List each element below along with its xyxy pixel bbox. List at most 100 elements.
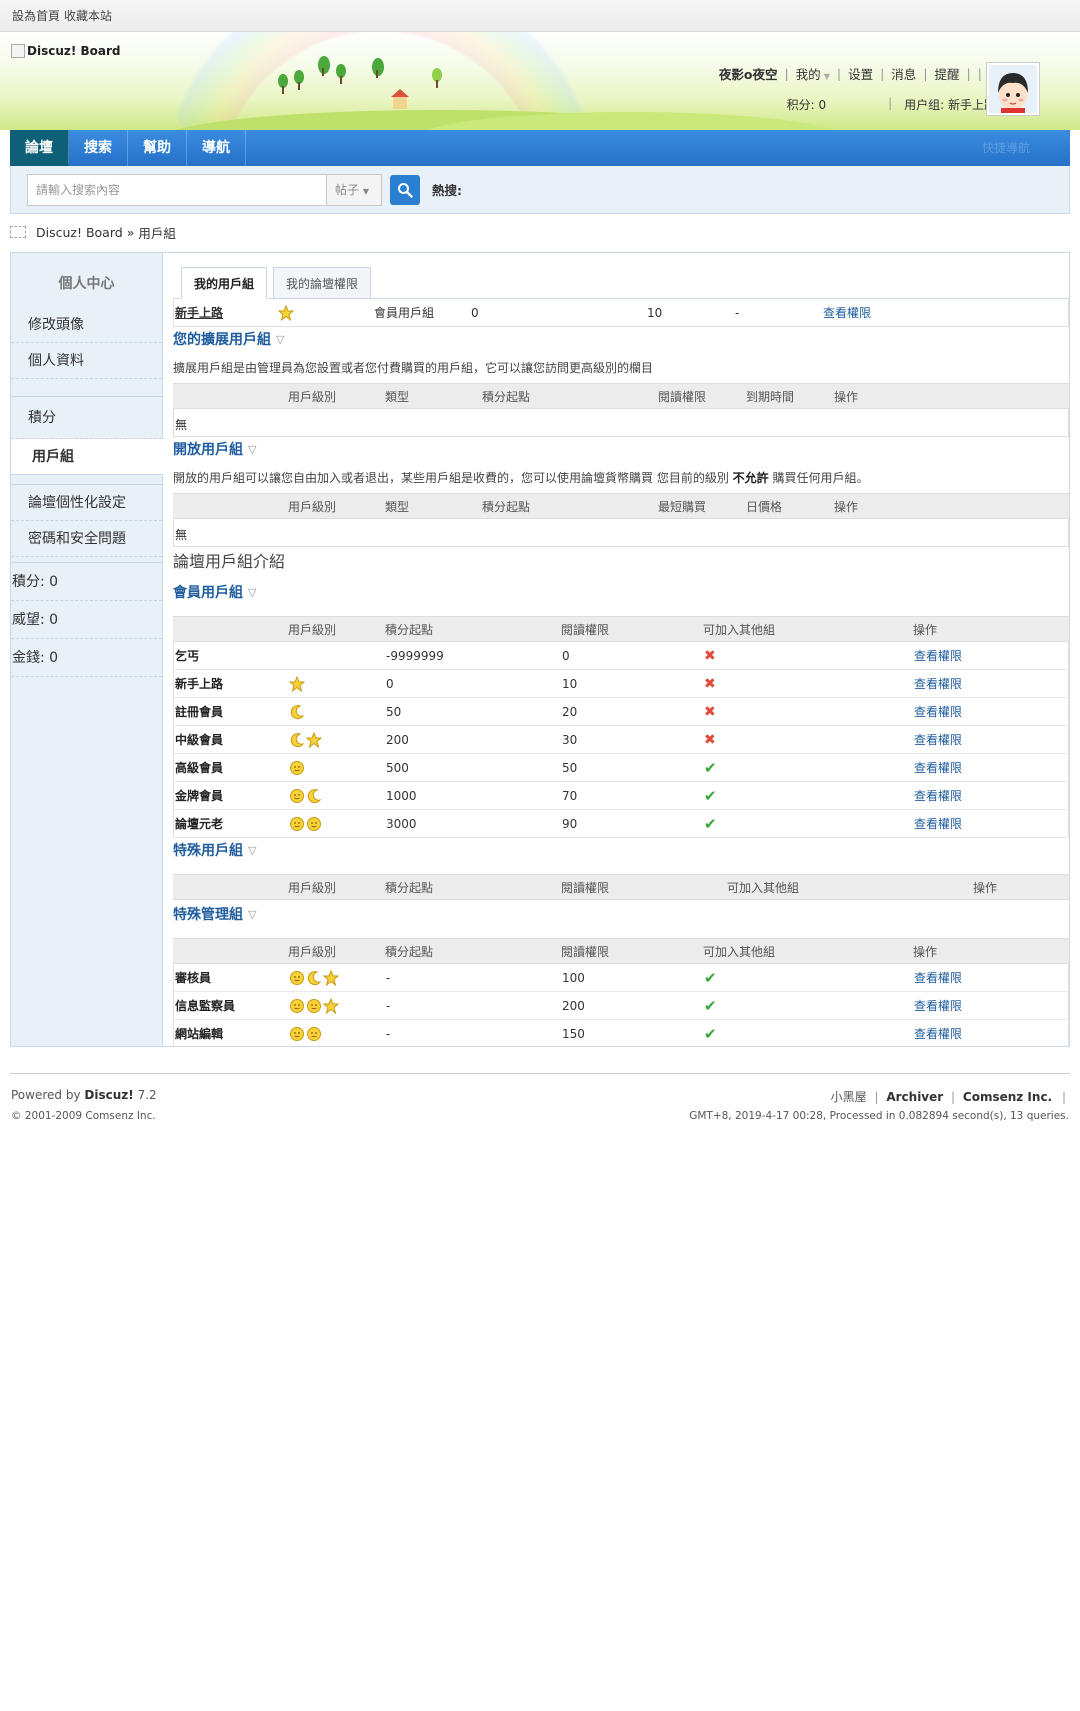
group-credits: 500 — [386, 760, 409, 775]
current-group-icon — [278, 304, 374, 321]
sidebar-item-personalize[interactable]: 論壇個性化設定 — [11, 485, 162, 521]
check-icon: ✔ — [704, 1024, 717, 1043]
sidebar-stat-money: 金錢: 0 — [11, 639, 162, 677]
product-link[interactable]: Discuz! — [84, 1088, 133, 1102]
tree-decoration — [318, 56, 330, 76]
group-credits: - — [386, 1026, 391, 1041]
sidebar-item-profile[interactable]: 個人資料 — [11, 343, 162, 379]
search-type-select[interactable]: 帖子 ▼ — [327, 173, 382, 206]
group-icons — [289, 675, 386, 692]
set-home-link[interactable]: 設為首頁 — [12, 7, 60, 24]
reminders-link[interactable]: 提醒 — [935, 64, 960, 83]
powered-by: Powered by Discuz! 7.2 — [11, 1088, 157, 1102]
tree-decoration — [278, 74, 288, 94]
view-permissions-link[interactable]: 查看權限 — [914, 815, 962, 832]
view-permissions-link[interactable]: 查看權限 — [914, 647, 962, 664]
view-permissions-link[interactable]: 查看權限 — [914, 759, 962, 776]
triangle-down-icon: ▽ — [276, 333, 285, 346]
nav-search[interactable]: 搜索 — [69, 130, 128, 166]
member-row: 金牌會員 1000 70 ✔ 查看權限 — [173, 782, 1069, 810]
group-name: 註冊會員 — [175, 705, 224, 719]
group-join: ✔ — [704, 787, 914, 805]
bookmark-link[interactable]: 收藏本站 — [64, 7, 112, 24]
admin-groups-heading[interactable]: 特殊管理組 ▽ — [173, 902, 1069, 928]
quick-nav-link[interactable]: 快捷導航 — [982, 130, 1030, 166]
moon-icon — [290, 732, 305, 747]
sidebar-item-avatar[interactable]: 修改頭像 — [11, 307, 162, 343]
group-icons — [289, 969, 386, 986]
cross-icon: ✖ — [704, 647, 716, 664]
breadcrumb-home[interactable]: Discuz! Board — [36, 225, 123, 240]
search-button[interactable] — [390, 174, 420, 205]
moon-icon — [290, 704, 305, 719]
open-groups-heading[interactable]: 開放用戶組 ▽ — [173, 437, 1069, 463]
search-input[interactable]: 請輸入搜索內容 — [27, 173, 327, 206]
nav-forum[interactable]: 論壇 — [10, 130, 69, 166]
current-group-row: 新手上路 會員用戶組 0 10 - 查看權限 — [173, 299, 1069, 327]
footer-link-blackroom[interactable]: 小黑屋 — [831, 1090, 867, 1104]
group-join: ✖ — [704, 648, 914, 664]
view-permissions-link[interactable]: 查看權限 — [914, 731, 962, 748]
footer-link-archiver[interactable]: Archiver — [886, 1090, 943, 1104]
current-group-expiry: - — [735, 305, 740, 320]
messages-link[interactable]: 消息 — [891, 64, 916, 83]
username-link[interactable]: 夜影o夜空 — [719, 64, 778, 83]
group-credits: 3000 — [386, 816, 417, 831]
view-permissions-link[interactable]: 查看權限 — [914, 787, 962, 804]
special-groups-heading[interactable]: 特殊用戶組 ▽ — [173, 838, 1069, 864]
copyright: © 2001-2009 Comsenz Inc. — [11, 1110, 156, 1122]
current-group-type: 會員用戶組 — [374, 306, 435, 320]
sun-face-icon — [307, 998, 321, 1013]
footer-links: 小黑屋 | Archiver | Comsenz Inc. | — [830, 1090, 1066, 1104]
admin-row: 審核員 - 100 ✔ 查看權限 — [173, 964, 1069, 992]
member-row: 論壇元老 3000 90 ✔ 查看權限 — [173, 810, 1069, 838]
avatar[interactable] — [986, 62, 1040, 116]
view-permissions-link[interactable]: 查看權限 — [914, 997, 962, 1014]
home-icon[interactable] — [10, 226, 26, 238]
check-icon: ✔ — [704, 786, 717, 805]
view-permissions-link[interactable]: 查看權限 — [914, 1025, 962, 1042]
nav-navigation[interactable]: 導航 — [187, 130, 246, 166]
member-row: 乞丐 -9999999 0 ✖ 查看權限 — [173, 642, 1069, 670]
view-permissions-link[interactable]: 查看權限 — [914, 675, 962, 692]
tab-my-usergroup[interactable]: 我的用戶組 — [181, 267, 268, 299]
group-credits: 0 — [386, 676, 394, 691]
current-group-view-link[interactable]: 查看權限 — [823, 304, 871, 321]
group-read: 0 — [562, 648, 570, 663]
current-group-credits: 0 — [471, 305, 479, 320]
site-logo[interactable]: Discuz! Board — [11, 44, 121, 58]
sidebar-item-security[interactable]: 密碼和安全問題 — [11, 521, 162, 557]
view-permissions-link[interactable]: 查看權限 — [914, 969, 962, 986]
footer-link-comsenz[interactable]: Comsenz Inc. — [963, 1090, 1052, 1104]
group-join: ✔ — [704, 815, 914, 833]
group-read: 200 — [562, 998, 585, 1013]
extended-groups-empty: 無 — [173, 409, 1069, 437]
sun-face-icon — [307, 1026, 321, 1041]
my-menu[interactable]: 我的 ▼ — [796, 64, 830, 83]
caret-down-icon: ▼ — [823, 72, 830, 81]
current-group-name[interactable]: 新手上路 — [174, 304, 278, 321]
star-icon — [323, 997, 339, 1014]
moon-icon — [307, 788, 322, 803]
nav-help[interactable]: 幫助 — [128, 130, 187, 166]
open-groups-desc: 開放的用戶組可以讓您自由加入或者退出，某些用戶組是收費的，您可以使用論壇貨幣購買… — [173, 471, 869, 485]
tab-forum-permissions[interactable]: 我的論壇權限 — [273, 267, 372, 299]
group-read: 90 — [562, 816, 578, 831]
group-icons — [289, 1026, 386, 1042]
member-groups-rows: 乞丐 -9999999 0 ✖ 查看權限 新手上路 0 10 ✖ 查看權限 註冊會員 50 20 ✖ 查看權… — [173, 642, 1069, 838]
group-name: 論壇元老 — [175, 817, 224, 831]
sun-face-icon — [290, 1026, 304, 1041]
group-name: 乞丐 — [175, 649, 200, 663]
member-groups-heading[interactable]: 會員用戶組 ▽ — [173, 580, 1069, 606]
settings-link[interactable]: 设置 — [848, 64, 873, 83]
sidebar-item-usergroup[interactable]: 用戶組 — [11, 439, 163, 475]
group-icons — [289, 997, 386, 1014]
extended-groups-heading[interactable]: 您的擴展用戶組 ▽ — [173, 327, 1069, 353]
star-icon — [289, 675, 305, 692]
sidebar-item-credits[interactable]: 積分 — [11, 397, 162, 439]
sun-face-icon — [290, 998, 304, 1013]
group-read: 30 — [562, 732, 578, 747]
view-permissions-link[interactable]: 查看權限 — [914, 703, 962, 720]
group-credits: -9999999 — [386, 648, 444, 663]
star-icon — [306, 731, 322, 748]
